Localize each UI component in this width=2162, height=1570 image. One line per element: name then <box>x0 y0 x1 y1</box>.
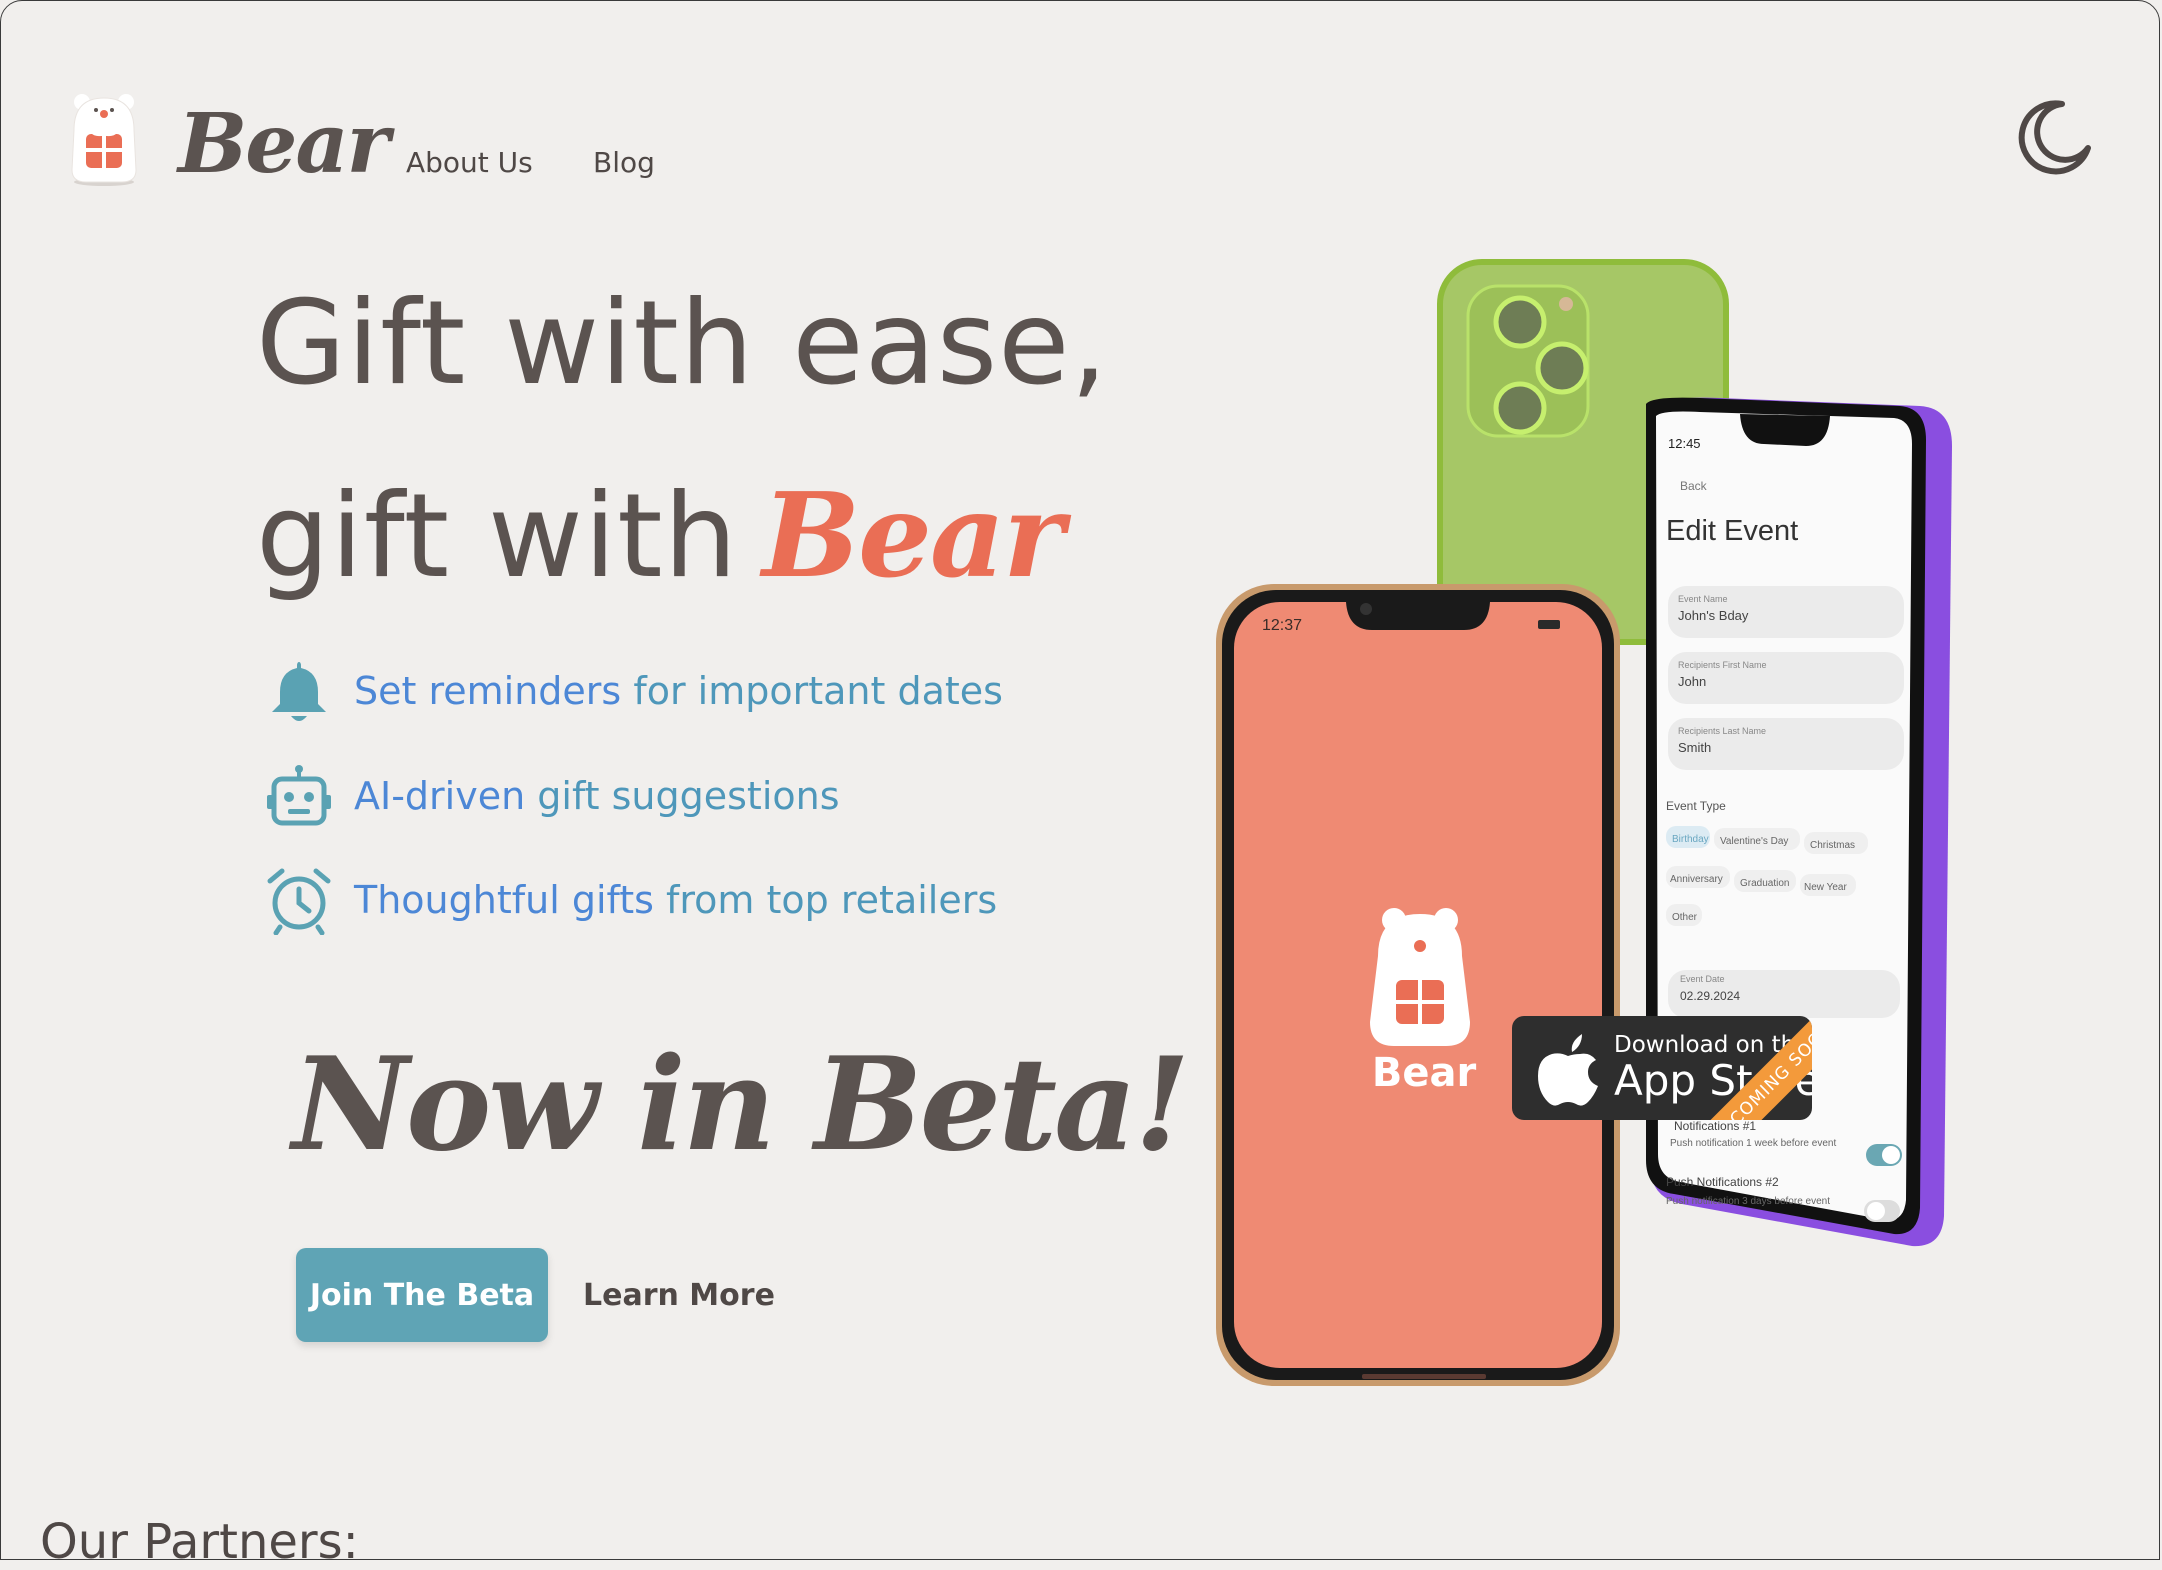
notification-1-desc: Push notification 1 week before event <box>1670 1138 1836 1149</box>
feature-gifts-highlight: Thoughtful gifts <box>354 878 654 922</box>
feature-gifts: Thoughtful gifts from top retailers <box>264 860 997 940</box>
event-date-value: 02.29.2024 <box>1680 989 1740 1003</box>
moon-icon[interactable] <box>2014 96 2094 176</box>
last-name-label: Recipients Last Name <box>1678 726 1766 736</box>
phone-mockups: 12:45 Back Edit Event Event Name John's … <box>1216 259 1952 1386</box>
event-type-chip: Christmas <box>1810 840 1855 851</box>
join-beta-button[interactable]: Join The Beta <box>296 1248 548 1342</box>
bear-logo-icon[interactable] <box>66 90 142 186</box>
robot-icon <box>267 765 331 826</box>
event-type-chip: Birthday <box>1672 834 1709 845</box>
app-store-badge[interactable]: Download on the App Store COMING SOON <box>1512 1016 1812 1120</box>
event-type-chip: Graduation <box>1740 878 1789 889</box>
back-phone-time: 12:45 <box>1668 436 1701 451</box>
event-name-label: Event Name <box>1678 594 1728 604</box>
alarm-clock-icon <box>267 868 331 935</box>
notification-2-desc: Push notification 3 days before event <box>1666 1196 1830 1207</box>
nav-about-us[interactable]: About Us <box>406 146 533 179</box>
first-name-label: Recipients First Name <box>1678 660 1767 670</box>
event-type-chip: Other <box>1672 912 1698 923</box>
first-name-value: John <box>1678 674 1706 689</box>
event-type-chip: Anniversary <box>1670 874 1723 885</box>
feature-ai-highlight: AI-driven <box>354 774 526 818</box>
hero-headline-line1: Gift with ease, <box>256 276 1109 411</box>
nav-blog[interactable]: Blog <box>593 146 655 179</box>
apple-icon <box>1538 1034 1598 1106</box>
front-phone: 12:37 Bear <box>1216 584 1620 1386</box>
feature-reminders: Set reminders for important dates <box>264 651 1003 731</box>
front-phone-app-name: Bear <box>1372 1050 1477 1096</box>
event-type-label: Event Type <box>1666 799 1726 813</box>
learn-more-link[interactable]: Learn More <box>583 1278 775 1313</box>
back-phone-back: Back <box>1680 479 1708 493</box>
last-name-value: Smith <box>1678 740 1711 755</box>
feature-reminders-text: for important dates <box>633 669 1003 713</box>
front-phone-time: 12:37 <box>1262 617 1302 634</box>
hero-headline-text: gift with <box>256 469 739 604</box>
back-phone-title: Edit Event <box>1666 515 1798 547</box>
hero-headline-line2: gift with Bear <box>256 468 1064 604</box>
bell-icon <box>272 662 326 721</box>
event-type-chip: Valentine's Day <box>1720 836 1788 847</box>
notification-1-title: Notifications #1 <box>1674 1119 1756 1133</box>
notification-2-title: Push Notifications #2 <box>1666 1175 1779 1189</box>
feature-reminders-highlight: Set reminders <box>354 669 622 713</box>
feature-gifts-text: from top retailers <box>666 878 998 922</box>
feature-ai-text: gift suggestions <box>537 774 840 818</box>
beta-heading: Now in Beta! <box>292 1030 1190 1180</box>
feature-ai-suggestions: AI-driven gift suggestions <box>264 756 840 836</box>
event-type-chip: New Year <box>1804 882 1847 893</box>
hero-brand-word: Bear <box>762 468 1064 604</box>
event-date-label: Event Date <box>1680 974 1725 984</box>
event-name-value: John's Bday <box>1678 608 1749 623</box>
brand-wordmark[interactable]: Bear <box>178 96 390 192</box>
